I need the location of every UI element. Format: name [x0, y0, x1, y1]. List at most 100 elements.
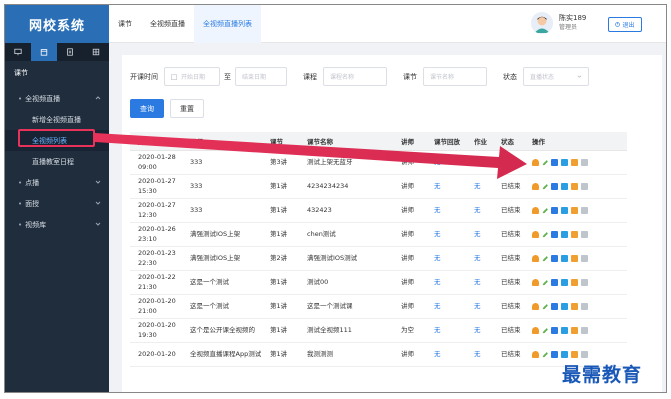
tab-full-live[interactable]: 全视频直播 [141, 5, 194, 43]
copy-icon[interactable] [561, 230, 568, 238]
cell-homework[interactable]: 无 [466, 246, 493, 271]
flag-icon[interactable] [571, 182, 578, 190]
edit-icon[interactable] [541, 158, 549, 166]
tab-full-live-list[interactable]: 全视频直播列表 [194, 5, 261, 43]
cell-replay[interactable]: 无 [426, 342, 466, 367]
sidebar-item-live[interactable]: • 全视频直播 [5, 88, 109, 109]
bell-icon[interactable] [532, 350, 539, 358]
grid-icon [92, 48, 100, 56]
edit-icon[interactable] [541, 206, 549, 214]
edit-icon[interactable] [541, 302, 549, 310]
cell-homework[interactable]: 无 [466, 198, 493, 223]
bell-icon[interactable] [532, 230, 539, 238]
cell-replay[interactable]: 无 [426, 318, 466, 343]
copy-icon[interactable] [561, 206, 568, 214]
copy-icon[interactable] [561, 158, 568, 166]
cell-replay[interactable]: 无 [426, 246, 466, 271]
start-date-input[interactable]: 开始日期 [164, 67, 220, 86]
cell-homework[interactable]: 无 [466, 222, 493, 247]
flag-icon[interactable] [571, 158, 578, 166]
copy-icon[interactable] [561, 302, 568, 310]
upload-icon[interactable] [551, 302, 558, 310]
sidebar-item-add-live[interactable]: 新增全视频直播 [5, 109, 109, 130]
flag-icon[interactable] [571, 278, 578, 286]
sidebar-item-vod[interactable]: • 点播 [5, 172, 109, 193]
cell-homework[interactable]: 无 [466, 150, 493, 175]
flag-icon[interactable] [571, 206, 578, 214]
upload-icon[interactable] [551, 182, 558, 190]
copy-icon[interactable] [561, 350, 568, 358]
sidebar-tab-grid[interactable] [83, 43, 109, 61]
course-input[interactable]: 课程名称 [323, 67, 387, 86]
cell-homework[interactable]: 无 [466, 342, 493, 367]
bell-icon[interactable] [532, 206, 539, 214]
cell-actions [524, 198, 627, 223]
cell-homework[interactable]: 无 [466, 270, 493, 295]
upload-icon[interactable] [551, 350, 558, 358]
lesson-input[interactable]: 课节名称 [423, 67, 487, 86]
flag-icon[interactable] [571, 230, 578, 238]
cell-replay[interactable]: 无 [426, 222, 466, 247]
sidebar-item-video-library[interactable]: • 视频库 [5, 214, 109, 235]
delete-icon[interactable] [581, 326, 588, 334]
copy-icon[interactable] [561, 278, 568, 286]
cell-replay[interactable]: 无 [426, 270, 466, 295]
reset-button[interactable]: 重置 [170, 99, 204, 118]
tab-lesson[interactable]: 课节 [109, 5, 141, 43]
cell-replay[interactable]: 无 [426, 198, 466, 223]
logout-button[interactable]: 退出 [608, 17, 642, 32]
cell-replay[interactable]: 无 [426, 174, 466, 199]
delete-icon[interactable] [581, 230, 588, 238]
cell-course: 这个是公开课全视频的 [182, 318, 262, 343]
cell-replay[interactable]: 无 [426, 294, 466, 319]
flag-icon[interactable] [571, 326, 578, 334]
copy-icon[interactable] [561, 326, 568, 334]
sidebar-tab-calendar[interactable] [31, 43, 57, 61]
bell-icon[interactable] [532, 182, 539, 190]
cell-teacher: 讲师 [393, 222, 426, 247]
flag-icon[interactable] [571, 302, 578, 310]
upload-icon[interactable] [551, 206, 558, 214]
status-select[interactable]: 直播状态 [523, 67, 589, 86]
edit-icon[interactable] [541, 182, 549, 190]
delete-icon[interactable] [581, 350, 588, 358]
flag-icon[interactable] [571, 254, 578, 262]
cell-replay[interactable]: 无 [426, 150, 466, 175]
delete-icon[interactable] [581, 182, 588, 190]
upload-icon[interactable] [551, 254, 558, 262]
delete-icon[interactable] [581, 302, 588, 310]
sidebar-tab-monitor[interactable] [5, 43, 31, 61]
flag-icon[interactable] [571, 350, 578, 358]
sidebar-item-offline[interactable]: • 面授 [5, 193, 109, 214]
cell-homework[interactable]: 无 [466, 294, 493, 319]
query-button[interactable]: 查询 [130, 99, 164, 118]
user-info[interactable]: 陈实189 管理员 [531, 12, 586, 34]
sidebar-item-schedule[interactable]: 直播教室日程 [5, 151, 109, 172]
cell-homework[interactable]: 无 [466, 174, 493, 199]
edit-icon[interactable] [541, 326, 549, 334]
delete-icon[interactable] [581, 158, 588, 166]
edit-icon[interactable] [541, 254, 549, 262]
cell-lesson: 第1讲 [262, 342, 299, 367]
bell-icon[interactable] [532, 254, 539, 262]
end-date-input[interactable]: 结束日期 [235, 67, 287, 86]
edit-icon[interactable] [541, 278, 549, 286]
bell-icon[interactable] [532, 302, 539, 310]
upload-icon[interactable] [551, 278, 558, 286]
copy-icon[interactable] [561, 254, 568, 262]
upload-icon[interactable] [551, 326, 558, 334]
edit-icon[interactable] [541, 230, 549, 238]
upload-icon[interactable] [551, 230, 558, 238]
bell-icon[interactable] [532, 278, 539, 286]
bell-icon[interactable] [532, 326, 539, 334]
edit-icon[interactable] [541, 350, 549, 358]
delete-icon[interactable] [581, 254, 588, 262]
sidebar-tab-document[interactable] [57, 43, 83, 61]
bell-icon[interactable] [532, 158, 539, 166]
delete-icon[interactable] [581, 278, 588, 286]
copy-icon[interactable] [561, 182, 568, 190]
cell-actions [524, 318, 627, 343]
delete-icon[interactable] [581, 206, 588, 214]
cell-homework[interactable]: 无 [466, 318, 493, 343]
upload-icon[interactable] [551, 158, 558, 166]
